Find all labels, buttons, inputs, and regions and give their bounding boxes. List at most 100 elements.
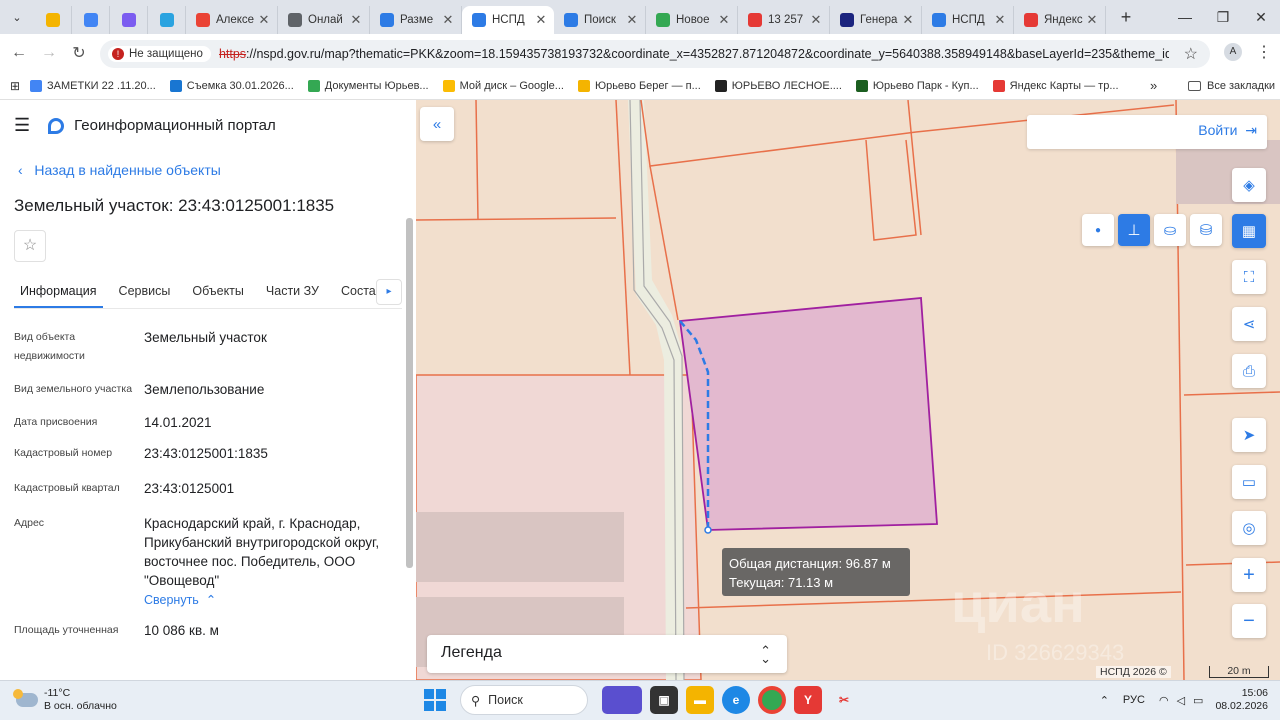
edge-icon[interactable]: e xyxy=(722,686,750,714)
zoom-out-icon[interactable]: − xyxy=(1232,604,1266,638)
tab-close-icon[interactable]: ✕ xyxy=(1085,12,1099,28)
browser-tab[interactable]: Поиск ✕ xyxy=(554,6,646,34)
snipping-tool-icon[interactable]: ✂ xyxy=(830,686,858,714)
tab-close-icon[interactable]: ✕ xyxy=(993,12,1007,28)
security-chip[interactable]: ! Не защищено xyxy=(108,46,211,62)
layers-icon[interactable]: ◈ xyxy=(1232,168,1266,202)
new-tab-button[interactable]: + xyxy=(1112,7,1140,28)
taskbar-search[interactable]: ⚲ Поиск xyxy=(460,685,588,715)
tab-close-icon[interactable]: ✕ xyxy=(257,12,271,28)
back-arrow-icon[interactable]: ← xyxy=(4,44,34,62)
browser-tab[interactable]: НСПД ✕ xyxy=(922,6,1014,34)
browser-tab[interactable] xyxy=(72,6,110,34)
browser-tab[interactable]: Онлай ✕ xyxy=(278,6,370,34)
wifi-icon[interactable]: ◠ xyxy=(1159,694,1169,707)
login-button[interactable]: Войти ⇥ xyxy=(1027,115,1267,149)
yandex-browser-icon[interactable]: Y xyxy=(794,686,822,714)
panel-scrollbar[interactable] xyxy=(406,218,413,568)
back-to-results-link[interactable]: ‹ Назад в найденные объекты xyxy=(18,162,221,178)
browser-tab[interactable] xyxy=(110,6,148,34)
task-view-icon[interactable]: ▣ xyxy=(650,686,678,714)
profile-avatar[interactable]: A xyxy=(1224,43,1242,61)
bookmark-star-icon[interactable]: ☆ xyxy=(1184,44,1198,64)
more-bookmarks-icon[interactable]: » xyxy=(1150,78,1157,93)
bookmark-item[interactable]: Съемка 30.01.2026... xyxy=(169,79,294,92)
all-bookmarks[interactable]: Все закладки xyxy=(1188,80,1275,92)
ruler-icon[interactable]: ▦ xyxy=(1232,214,1266,248)
reload-icon[interactable]: ↻ xyxy=(64,43,94,63)
restore-icon[interactable]: ❐ xyxy=(1204,0,1242,34)
browser-tab[interactable]: Генера ✕ xyxy=(830,6,922,34)
tab-information[interactable]: Информация xyxy=(14,275,103,308)
tab-parts[interactable]: Части ЗУ xyxy=(260,275,325,308)
file-explorer-icon[interactable]: ▬ xyxy=(686,686,714,714)
language-indicator[interactable]: РУС xyxy=(1123,694,1145,706)
windows-start-icon[interactable] xyxy=(424,689,446,711)
minimize-icon[interactable]: — xyxy=(1166,0,1204,34)
tab-close-icon[interactable]: ✕ xyxy=(717,12,731,28)
collapse-link[interactable]: Свернуть ⌃ xyxy=(144,592,394,607)
tab-close-icon[interactable]: ✕ xyxy=(534,12,548,28)
weather-widget[interactable]: -11°C В осн. облачно xyxy=(13,687,117,713)
browser-tab[interactable]: Яндекс ✕ xyxy=(1014,6,1106,34)
browser-menu-icon[interactable]: ⋮ xyxy=(1256,42,1272,62)
tab-title: Алексе xyxy=(216,14,255,26)
geolocation-icon[interactable]: ◎ xyxy=(1232,511,1266,545)
browser-tab[interactable]: Новое ✕ xyxy=(646,6,738,34)
browser-tab[interactable] xyxy=(148,6,186,34)
share-icon[interactable]: ⋖ xyxy=(1232,307,1266,341)
hamburger-menu-icon[interactable]: ☰ xyxy=(14,115,30,136)
battery-icon[interactable]: ▭ xyxy=(1193,694,1203,707)
field-key: Площадь уточненная xyxy=(14,624,119,636)
browser-tab[interactable]: 13 257 ✕ xyxy=(738,6,830,34)
point-measure-icon[interactable]: ● xyxy=(1082,214,1114,246)
locate-icon[interactable]: ➤ xyxy=(1232,418,1266,452)
collapse-panel-icon[interactable]: « xyxy=(420,107,454,141)
browser-tab[interactable]: Алексе ✕ xyxy=(186,6,278,34)
forward-arrow-icon[interactable]: → xyxy=(34,44,64,62)
tab-search-chevron-icon[interactable]: ⌄ xyxy=(0,0,34,34)
browser-tab[interactable] xyxy=(34,6,72,34)
tab-close-icon[interactable]: ✕ xyxy=(901,12,915,28)
tab-close-icon[interactable]: ✕ xyxy=(809,12,823,28)
tab-composition[interactable]: Соста xyxy=(335,275,382,308)
zoom-in-icon[interactable]: + xyxy=(1232,558,1266,592)
bookmark-item[interactable]: Юрьево Берег — п... xyxy=(577,79,701,92)
url-text[interactable]: https://nspd.gov.ru/map?thematic=PKK&zoo… xyxy=(219,47,1169,61)
chrome-icon[interactable] xyxy=(758,686,786,714)
tab-favicon-icon xyxy=(288,13,302,27)
browser-tab[interactable]: Разме ✕ xyxy=(370,6,462,34)
print-icon[interactable]: ⎙ xyxy=(1232,354,1266,388)
tray-chevron-icon[interactable]: ⌃ xyxy=(1100,694,1109,707)
clock[interactable]: 15:06 08.02.2026 xyxy=(1215,687,1268,713)
field-value[interactable]: 23:43:0125001 xyxy=(144,479,394,498)
field-value[interactable]: 23:43:0125001:1835 xyxy=(144,444,394,463)
browser-tab[interactable]: НСПД ✕ xyxy=(462,6,554,34)
tab-close-icon[interactable]: ✕ xyxy=(625,12,639,28)
tab-services[interactable]: Сервисы xyxy=(113,275,177,308)
window-controls: — ❐ ✕ xyxy=(1166,0,1280,34)
tabs-scroll-right-icon[interactable]: ▸ xyxy=(376,279,402,305)
tab-close-icon[interactable]: ✕ xyxy=(441,12,455,28)
omnibox[interactable]: ! Не защищено https://nspd.gov.ru/map?the… xyxy=(100,40,1210,68)
legend-dropdown[interactable]: Легенда ⌃ ⌄ xyxy=(427,635,787,673)
close-window-icon[interactable]: ✕ xyxy=(1242,0,1280,34)
tab-objects[interactable]: Объекты xyxy=(186,275,250,308)
widgets-icon[interactable] xyxy=(602,686,642,714)
tab-close-icon[interactable]: ✕ xyxy=(349,12,363,28)
bookmark-item[interactable]: Документы Юрьев... xyxy=(307,79,429,92)
bookmark-item[interactable]: ЮРЬЕВО ЛЕСНОЕ.... xyxy=(714,79,842,92)
bookmark-item[interactable]: Мой диск – Google... xyxy=(442,79,564,92)
bookmark-item[interactable]: ЗАМЕТКИ 22 .11.20... xyxy=(30,79,156,92)
minimap-icon[interactable]: ▭ xyxy=(1232,465,1266,499)
volume-icon[interactable]: ◁ xyxy=(1177,694,1185,707)
select-area-icon[interactable]: ⛶ xyxy=(1232,260,1266,294)
favorite-star-button[interactable]: ☆ xyxy=(14,230,46,262)
bookmark-item[interactable]: Яндекс Карты — тр... xyxy=(992,79,1119,92)
distance-measure-icon[interactable]: ⊥ xyxy=(1118,214,1150,246)
circle-area-icon[interactable]: ⛁ xyxy=(1190,214,1222,246)
bookmark-item[interactable]: Юрьево Парк - Куп... xyxy=(855,79,979,92)
apps-grid-icon[interactable]: ⊞ xyxy=(0,79,30,93)
map-canvas[interactable]: циан ID 326629343 « Войти ⇥ ◈ ● ⊥ ⛀ ⛁ ▦ … xyxy=(416,100,1280,680)
area-measure-icon[interactable]: ⛀ xyxy=(1154,214,1186,246)
